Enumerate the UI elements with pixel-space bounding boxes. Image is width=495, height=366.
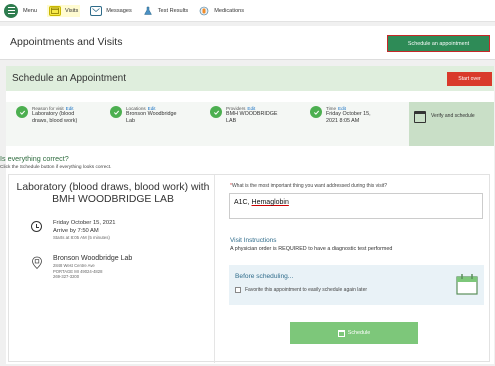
hamburger-icon [4,3,18,18]
nav-medications-label: Medications [214,7,245,14]
calendar-icon [337,329,345,337]
favorite-option[interactable]: Favorite this appointment to easily sche… [235,287,367,293]
appointment-title: Laboratory (blood draws, blood work) wit… [16,182,210,205]
clock-icon [31,221,42,232]
envelope-icon [90,5,103,16]
appointment-summary-panel: Laboratory (blood draws, blood work) wit… [8,174,491,363]
appointment-location: Bronson Woodbridge Lab 2848 West Centre … [53,255,132,280]
answer-text: A1C, [234,199,252,206]
start-time: Starts at 8:05 AM (5 minutes) [53,235,110,240]
answer-misspelled-word: Hemaglobin [251,199,289,206]
nav-medications[interactable]: Medications [198,5,245,16]
appointment-form: *What is the most important thing you wa… [216,175,491,363]
start-over-button[interactable]: Start over [447,72,492,86]
step-reason: Reason for visit Edit Laboratory (blood d… [16,106,77,125]
pill-bottle-icon [198,5,211,16]
appointment-datetime: Friday October 15, 2021 Arrive by 7:50 A… [53,219,116,240]
visit-instructions-text: A physician order is REQUIRED to have a … [230,246,393,252]
schedule-card: Schedule an Appointment Start over Reaso… [0,66,494,364]
page-title: Appointments and Visits [10,36,123,48]
verify-label: Verify and schedule [431,113,475,119]
appointment-date: Friday October 15, 2021 [53,220,116,226]
step-value: 2021 8:05 AM [326,118,360,124]
step-value: LAB [226,118,237,124]
menu-label: Menu [23,7,37,14]
step-verify: Verify and schedule [409,102,494,146]
confirm-question: Is everything correct? [0,154,69,163]
flask-icon [141,5,154,16]
favorite-checkbox[interactable] [235,287,241,293]
step-location: Locations Edit Bronson Woodbridge Lab [110,106,177,125]
nav-messages[interactable]: Messages [90,5,132,16]
progress-steps: Reason for visit Edit Laboratory (blood d… [6,102,494,146]
calendar-icon [414,111,426,123]
location-phone: 269-327-3200 [53,274,80,279]
page-header: Appointments and Visits Schedule an appo… [0,26,495,60]
check-icon [310,106,322,118]
nav-visits[interactable]: Visits [47,4,81,17]
visit-reason-input[interactable]: A1C, Hemaglobin [229,193,483,219]
step-provider: Providers Edit BMH WOODBRIDGE LAB [210,106,278,125]
schedule-appointment-label: Schedule an appointment [407,40,470,47]
step-value: Laboratory (blood [32,111,75,117]
check-icon [110,106,122,118]
top-navigation: Menu Visits Messages Test Results Medica… [0,0,495,22]
nav-messages-label: Messages [106,7,132,14]
favorite-label: Favorite this appointment to easily sche… [245,287,368,293]
step-time: Time Edit Friday October 15, 2021 8:05 AM [310,106,371,125]
visit-instructions-title: Visit Instructions [230,237,277,244]
card-header: Schedule an Appointment Start over [6,66,494,91]
schedule-button[interactable]: Schedule [290,322,418,344]
nav-visits-label: Visits [65,7,79,14]
step-value: BMH WOODBRIDGE [226,111,278,117]
schedule-appointment-button[interactable]: Schedule an appointment [387,35,490,52]
menu-button[interactable]: Menu [4,3,37,18]
location-name: Bronson Woodbridge Lab [53,255,133,262]
check-icon [210,106,222,118]
appointment-details: Laboratory (blood draws, blood work) wit… [9,175,215,363]
arrive-by: Arrive by 7:50 AM [53,228,99,234]
step-value: Bronson Woodbridge [126,111,177,117]
confirm-instructions: Click the Schedule button if everything … [0,165,112,170]
check-icon [16,106,28,118]
building-icon [31,256,43,270]
visit-question-text: What is the most important thing you wan… [231,183,388,189]
visit-question-label: *What is the most important thing you wa… [230,183,387,189]
step-value: Lab [126,118,135,124]
nav-test-results[interactable]: Test Results [141,5,189,16]
calendar-icon [49,5,61,16]
schedule-button-label: Schedule [347,330,371,336]
calendar-illustration-icon [455,271,479,297]
nav-test-results-label: Test Results [157,7,189,14]
step-value: draws, blood work) [32,118,78,124]
step-value: Friday October 15, [326,111,371,117]
before-scheduling-title: Before scheduling... [235,273,294,280]
before-scheduling-box: Before scheduling... Favorite this appoi… [229,265,484,305]
card-title: Schedule an Appointment [12,73,126,84]
